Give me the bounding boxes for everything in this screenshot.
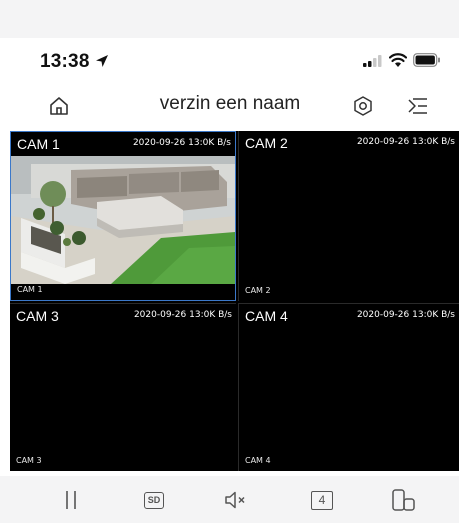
camera-tile-1[interactable]: CAM 1 2020-09-26 13:0K B/s CAM 1 [10,131,236,301]
status-bar: 13:38 [0,38,459,82]
camera-tile-4[interactable]: CAM 4 2020-09-26 13:0K B/s CAM 4 [238,303,459,471]
speaker-muted-icon [225,491,245,509]
camera-4-osd-label: CAM 4 [245,456,271,465]
pause-button[interactable] [60,489,82,511]
location-arrow-icon [96,55,108,67]
bottom-toolbar: SD 4 [0,476,459,523]
page-title: verzin een naam [159,93,301,114]
camera-2-label: CAM 2 [245,135,288,151]
pause-icon [66,491,76,509]
battery-icon [413,53,440,67]
camera-3-overlay: 2020-09-26 13:0K B/s [133,310,232,320]
camera-3-label: CAM 3 [16,308,59,324]
cellular-signal-icon [363,55,382,67]
nav-bar: verzin een naam [0,88,459,126]
camera-2-osd-label: CAM 2 [245,286,271,295]
sd-quality-icon: SD [143,491,165,509]
camera-tile-2[interactable]: CAM 2 2020-09-26 13:0K B/s CAM 2 [238,131,459,301]
camera-grid: CAM 1 2020-09-26 13:0K B/s CAM 1 CAM 2 2… [10,131,459,471]
camera-3-osd-label: CAM 3 [16,456,42,465]
camera-1-osd-label: CAM 1 [17,285,43,294]
settings-icon[interactable] [352,95,374,117]
home-icon[interactable] [47,94,71,118]
camera-2-overlay: 2020-09-26 13:0K B/s [356,137,455,147]
camera-4-label: CAM 4 [245,308,288,324]
menu-icon[interactable] [407,95,429,117]
status-time: 13:38 [40,51,90,72]
mute-button[interactable] [223,489,249,511]
split-screen-icon: 4 [311,490,333,510]
camera-tile-3[interactable]: CAM 3 2020-09-26 13:0K B/s CAM 3 [10,303,236,471]
top-band [0,0,459,38]
sd-quality-button[interactable]: SD [143,489,165,511]
camera-1-overlay: 2020-09-26 13:0K B/s [132,138,231,148]
camera-4-overlay: 2020-09-26 13:0K B/s [356,310,455,320]
camera-1-label: CAM 1 [17,136,60,152]
camera-1-video-frame [11,156,235,284]
phone-rotate-icon [392,489,415,511]
rotate-button[interactable] [391,489,417,511]
wifi-icon [389,53,407,67]
split-screen-button[interactable]: 4 [311,489,333,511]
